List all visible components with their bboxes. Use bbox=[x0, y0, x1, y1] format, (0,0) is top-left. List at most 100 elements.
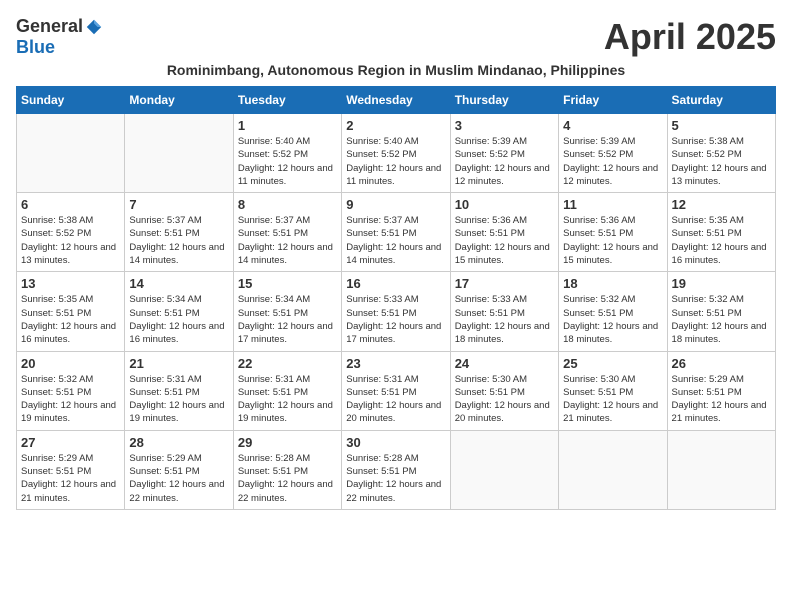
calendar-cell bbox=[17, 114, 125, 193]
day-info: Sunrise: 5:32 AM Sunset: 5:51 PM Dayligh… bbox=[672, 293, 771, 346]
day-number: 19 bbox=[672, 276, 771, 291]
day-info: Sunrise: 5:34 AM Sunset: 5:51 PM Dayligh… bbox=[129, 293, 228, 346]
day-info: Sunrise: 5:31 AM Sunset: 5:51 PM Dayligh… bbox=[346, 373, 445, 426]
day-info: Sunrise: 5:39 AM Sunset: 5:52 PM Dayligh… bbox=[455, 135, 554, 188]
calendar-cell: 24 Sunrise: 5:30 AM Sunset: 5:51 PM Dayli… bbox=[450, 351, 558, 430]
day-info: Sunrise: 5:37 AM Sunset: 5:51 PM Dayligh… bbox=[129, 214, 228, 267]
day-number: 16 bbox=[346, 276, 445, 291]
day-of-week-header: Wednesday bbox=[342, 87, 450, 114]
day-info: Sunrise: 5:36 AM Sunset: 5:51 PM Dayligh… bbox=[455, 214, 554, 267]
day-number: 9 bbox=[346, 197, 445, 212]
calendar-cell: 16Sunrise: 5:33 AM Sunset: 5:51 PM Dayli… bbox=[342, 272, 450, 351]
calendar-cell: 8 Sunrise: 5:37 AM Sunset: 5:51 PM Daylig… bbox=[233, 193, 341, 272]
day-of-week-header: Saturday bbox=[667, 87, 775, 114]
day-number: 8 bbox=[238, 197, 337, 212]
day-number: 17 bbox=[455, 276, 554, 291]
day-number: 22 bbox=[238, 356, 337, 371]
header: General Blue April 2025 bbox=[16, 16, 776, 58]
day-info: Sunrise: 5:39 AM Sunset: 5:52 PM Dayligh… bbox=[563, 135, 662, 188]
day-info: Sunrise: 5:40 AM Sunset: 5:52 PM Dayligh… bbox=[346, 135, 445, 188]
day-info: Sunrise: 5:31 AM Sunset: 5:51 PM Dayligh… bbox=[129, 373, 228, 426]
day-of-week-header: Tuesday bbox=[233, 87, 341, 114]
calendar-cell: 13 Sunrise: 5:35 AM Sunset: 5:51 PM Dayli… bbox=[17, 272, 125, 351]
calendar-cell bbox=[450, 430, 558, 509]
day-info: Sunrise: 5:35 AM Sunset: 5:51 PM Dayligh… bbox=[672, 214, 771, 267]
day-info: Sunrise: 5:35 AM Sunset: 5:51 PM Dayligh… bbox=[21, 293, 120, 346]
logo-blue: Blue bbox=[16, 37, 55, 57]
day-info: Sunrise: 5:29 AM Sunset: 5:51 PM Dayligh… bbox=[129, 452, 228, 505]
calendar-cell: 26Sunrise: 5:29 AM Sunset: 5:51 PM Dayli… bbox=[667, 351, 775, 430]
calendar-cell bbox=[559, 430, 667, 509]
day-info: Sunrise: 5:34 AM Sunset: 5:51 PM Dayligh… bbox=[238, 293, 337, 346]
calendar-cell: 11 Sunrise: 5:36 AM Sunset: 5:51 PM Dayli… bbox=[559, 193, 667, 272]
day-number: 7 bbox=[129, 197, 228, 212]
calendar-cell: 5 Sunrise: 5:38 AM Sunset: 5:52 PM Daylig… bbox=[667, 114, 775, 193]
calendar-cell: 17 Sunrise: 5:33 AM Sunset: 5:51 PM Dayli… bbox=[450, 272, 558, 351]
day-number: 27 bbox=[21, 435, 120, 450]
day-number: 14 bbox=[129, 276, 228, 291]
calendar-cell: 14 Sunrise: 5:34 AM Sunset: 5:51 PM Dayli… bbox=[125, 272, 233, 351]
calendar-cell bbox=[125, 114, 233, 193]
day-number: 5 bbox=[672, 118, 771, 133]
day-info: Sunrise: 5:33 AM Sunset: 5:51 PM Dayligh… bbox=[455, 293, 554, 346]
day-info: Sunrise: 5:36 AM Sunset: 5:51 PM Dayligh… bbox=[563, 214, 662, 267]
day-number: 23 bbox=[346, 356, 445, 371]
calendar-cell: 22 Sunrise: 5:31 AM Sunset: 5:51 PM Dayli… bbox=[233, 351, 341, 430]
day-number: 1 bbox=[238, 118, 337, 133]
day-number: 6 bbox=[21, 197, 120, 212]
day-info: Sunrise: 5:37 AM Sunset: 5:51 PM Dayligh… bbox=[346, 214, 445, 267]
day-number: 2 bbox=[346, 118, 445, 133]
day-info: Sunrise: 5:29 AM Sunset: 5:51 PM Dayligh… bbox=[672, 373, 771, 426]
calendar-cell: 12 Sunrise: 5:35 AM Sunset: 5:51 PM Dayli… bbox=[667, 193, 775, 272]
day-info: Sunrise: 5:30 AM Sunset: 5:51 PM Dayligh… bbox=[563, 373, 662, 426]
calendar-cell: 21 Sunrise: 5:31 AM Sunset: 5:51 PM Dayli… bbox=[125, 351, 233, 430]
day-number: 25 bbox=[563, 356, 662, 371]
calendar-cell: 18 Sunrise: 5:32 AM Sunset: 5:51 PM Dayli… bbox=[559, 272, 667, 351]
day-info: Sunrise: 5:37 AM Sunset: 5:51 PM Dayligh… bbox=[238, 214, 337, 267]
day-info: Sunrise: 5:30 AM Sunset: 5:51 PM Dayligh… bbox=[455, 373, 554, 426]
day-number: 13 bbox=[21, 276, 120, 291]
day-of-week-header: Sunday bbox=[17, 87, 125, 114]
calendar-cell: 2 Sunrise: 5:40 AM Sunset: 5:52 PM Daylig… bbox=[342, 114, 450, 193]
day-number: 29 bbox=[238, 435, 337, 450]
calendar-cell: 20Sunrise: 5:32 AM Sunset: 5:51 PM Dayli… bbox=[17, 351, 125, 430]
calendar-cell: 3Sunrise: 5:39 AM Sunset: 5:52 PM Daylig… bbox=[450, 114, 558, 193]
day-number: 15 bbox=[238, 276, 337, 291]
calendar-cell: 15 Sunrise: 5:34 AM Sunset: 5:51 PM Dayli… bbox=[233, 272, 341, 351]
calendar-cell: 28 Sunrise: 5:29 AM Sunset: 5:51 PM Dayli… bbox=[125, 430, 233, 509]
day-info: Sunrise: 5:28 AM Sunset: 5:51 PM Dayligh… bbox=[238, 452, 337, 505]
day-info: Sunrise: 5:38 AM Sunset: 5:52 PM Dayligh… bbox=[21, 214, 120, 267]
logo: General Blue bbox=[16, 16, 103, 58]
day-of-week-header: Monday bbox=[125, 87, 233, 114]
subtitle: Rominimbang, Autonomous Region in Muslim… bbox=[16, 62, 776, 78]
calendar-cell bbox=[667, 430, 775, 509]
day-number: 21 bbox=[129, 356, 228, 371]
calendar-cell: 29 Sunrise: 5:28 AM Sunset: 5:51 PM Dayli… bbox=[233, 430, 341, 509]
calendar-cell: 7 Sunrise: 5:37 AM Sunset: 5:51 PM Daylig… bbox=[125, 193, 233, 272]
day-info: Sunrise: 5:38 AM Sunset: 5:52 PM Dayligh… bbox=[672, 135, 771, 188]
month-title: April 2025 bbox=[604, 16, 776, 58]
day-info: Sunrise: 5:40 AM Sunset: 5:52 PM Dayligh… bbox=[238, 135, 337, 188]
day-number: 24 bbox=[455, 356, 554, 371]
day-number: 12 bbox=[672, 197, 771, 212]
day-number: 28 bbox=[129, 435, 228, 450]
logo-icon bbox=[85, 18, 103, 36]
day-number: 4 bbox=[563, 118, 662, 133]
day-of-week-header: Thursday bbox=[450, 87, 558, 114]
day-info: Sunrise: 5:31 AM Sunset: 5:51 PM Dayligh… bbox=[238, 373, 337, 426]
logo-general: General bbox=[16, 16, 83, 37]
calendar: SundayMondayTuesdayWednesdayThursdayFrid… bbox=[16, 86, 776, 510]
day-number: 11 bbox=[563, 197, 662, 212]
day-info: Sunrise: 5:28 AM Sunset: 5:51 PM Dayligh… bbox=[346, 452, 445, 505]
calendar-cell: 30 Sunrise: 5:28 AM Sunset: 5:51 PM Dayli… bbox=[342, 430, 450, 509]
calendar-cell: 1 Sunrise: 5:40 AM Sunset: 5:52 PM Daylig… bbox=[233, 114, 341, 193]
day-of-week-header: Friday bbox=[559, 87, 667, 114]
day-info: Sunrise: 5:32 AM Sunset: 5:51 PM Dayligh… bbox=[21, 373, 120, 426]
calendar-cell: 27Sunrise: 5:29 AM Sunset: 5:51 PM Dayli… bbox=[17, 430, 125, 509]
calendar-cell: 9 Sunrise: 5:37 AM Sunset: 5:51 PM Daylig… bbox=[342, 193, 450, 272]
day-info: Sunrise: 5:32 AM Sunset: 5:51 PM Dayligh… bbox=[563, 293, 662, 346]
calendar-cell: 6 Sunrise: 5:38 AM Sunset: 5:52 PM Daylig… bbox=[17, 193, 125, 272]
day-number: 30 bbox=[346, 435, 445, 450]
day-number: 18 bbox=[563, 276, 662, 291]
calendar-cell: 25 Sunrise: 5:30 AM Sunset: 5:51 PM Dayli… bbox=[559, 351, 667, 430]
